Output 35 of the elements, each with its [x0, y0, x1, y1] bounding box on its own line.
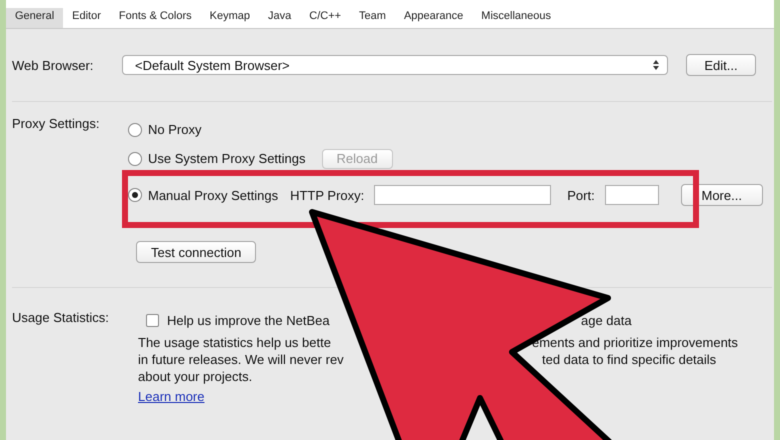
toolbar-tab[interactable]: General — [6, 8, 64, 28]
toolbar-tab[interactable]: C/C++ — [300, 8, 350, 28]
description-text: ted data to find specific details — [542, 351, 716, 368]
checkbox[interactable] — [146, 314, 159, 326]
radio-button[interactable] — [128, 152, 142, 166]
toolbar-tab[interactable]: Java — [259, 8, 300, 28]
toolbar-tab[interactable]: Miscellaneous — [472, 8, 560, 28]
radio-button[interactable] — [128, 122, 142, 136]
field-label: Port: — [567, 188, 595, 202]
checkbox-label[interactable]: age data — [581, 312, 632, 328]
toolbar-tab[interactable]: Appearance — [394, 8, 472, 28]
http-proxy-field[interactable] — [374, 185, 552, 205]
toolbar-tab[interactable]: Team — [350, 8, 395, 28]
description-text: in future releases. We will never rev — [138, 351, 344, 368]
radio-button[interactable] — [128, 188, 142, 202]
radio-label[interactable]: Manual Proxy Settings — [148, 188, 278, 202]
field-label: Web Browser: — [12, 58, 94, 72]
test-connection-button[interactable]: Test connection — [136, 241, 256, 263]
radio-label[interactable]: No Proxy — [148, 122, 202, 137]
more-button[interactable]: More... — [680, 184, 763, 206]
learn-more-link[interactable]: Learn more — [138, 389, 204, 404]
description-text: about your projects. — [138, 368, 252, 385]
updown-icon — [653, 60, 659, 70]
port-field[interactable] — [604, 185, 659, 205]
radio-label[interactable]: Use System Proxy Settings — [148, 151, 306, 166]
field-label: HTTP Proxy: — [290, 188, 364, 202]
toolbar-tab[interactable]: Keymap — [200, 8, 259, 28]
field-label: Proxy Settings: — [12, 115, 100, 131]
field-label: Usage Statistics: — [12, 310, 110, 325]
toolbar-tab[interactable]: Editor — [63, 8, 110, 28]
browser-dropdown[interactable]: <Default System Browser> — [122, 55, 668, 75]
toolbar-tab[interactable]: Fonts & Colors — [110, 8, 201, 28]
checkbox-label[interactable]: Help us improve the NetBea — [167, 312, 330, 328]
edit-button[interactable]: Edit... — [686, 54, 756, 76]
description-text: The usage statistics help us bette — [138, 334, 331, 351]
